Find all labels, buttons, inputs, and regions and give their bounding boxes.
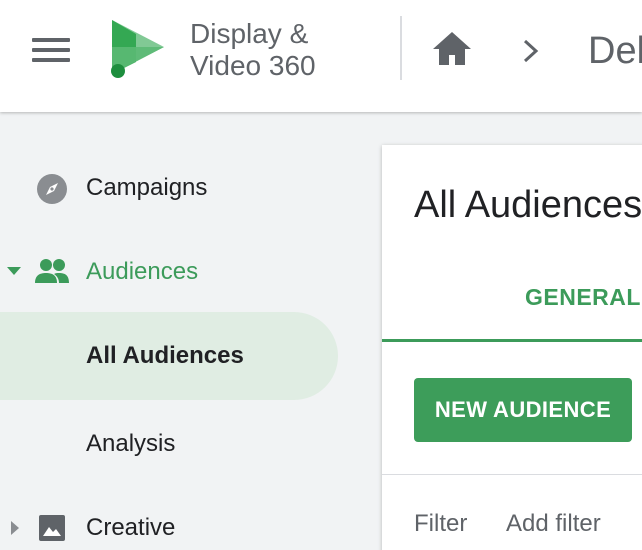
display-video-360-logo[interactable]	[106, 14, 172, 84]
new-audience-button[interactable]: NEW AUDIENCE	[414, 378, 632, 442]
sidebar-item-audiences[interactable]: Audiences	[0, 242, 360, 302]
sidebar-item-campaigns[interactable]: Campaigns	[0, 158, 360, 218]
sidebar-item-label: Audiences	[86, 258, 199, 285]
sidebar-item-label: Campaigns	[86, 174, 208, 201]
sidebar-item-label: Analysis	[86, 430, 176, 457]
product-name: Display & Video 360	[190, 18, 316, 82]
header-divider	[400, 16, 402, 80]
top-app-bar: Display & Video 360 Dek	[0, 0, 642, 112]
page-title: All Audiences	[414, 184, 642, 226]
filter-label: Filter	[414, 510, 468, 537]
chevron-right-icon	[523, 39, 539, 63]
add-filter-input[interactable]: Add filter	[506, 509, 601, 539]
sidebar-item-label: Creative	[86, 514, 176, 541]
product-name-line1: Display &	[190, 18, 309, 49]
sidebar-nav: Campaigns Audiences All Audiences Analys…	[0, 112, 380, 550]
people-icon	[35, 259, 69, 283]
sidebar-item-creative[interactable]: Creative	[0, 498, 360, 550]
product-name-line2: Video 360	[190, 50, 316, 81]
tab-general[interactable]: GENERAL	[525, 283, 641, 311]
main-content-card: All Audiences GENERAL NEW AUDIENCE Filte…	[382, 145, 642, 550]
sidebar-item-all-audiences[interactable]: All Audiences	[0, 312, 338, 400]
filter-divider	[382, 474, 642, 475]
tab-indicator	[382, 339, 642, 342]
image-icon	[39, 515, 65, 541]
home-icon[interactable]	[430, 28, 474, 68]
caret-right-icon[interactable]	[10, 520, 20, 536]
compass-icon	[37, 174, 67, 204]
caret-down-icon[interactable]	[6, 266, 22, 276]
sidebar-item-label: All Audiences	[86, 342, 244, 369]
breadcrumb-current[interactable]: Dek	[588, 28, 642, 74]
sidebar-item-analysis[interactable]: Analysis	[0, 414, 360, 474]
hamburger-menu-icon[interactable]	[32, 35, 72, 63]
